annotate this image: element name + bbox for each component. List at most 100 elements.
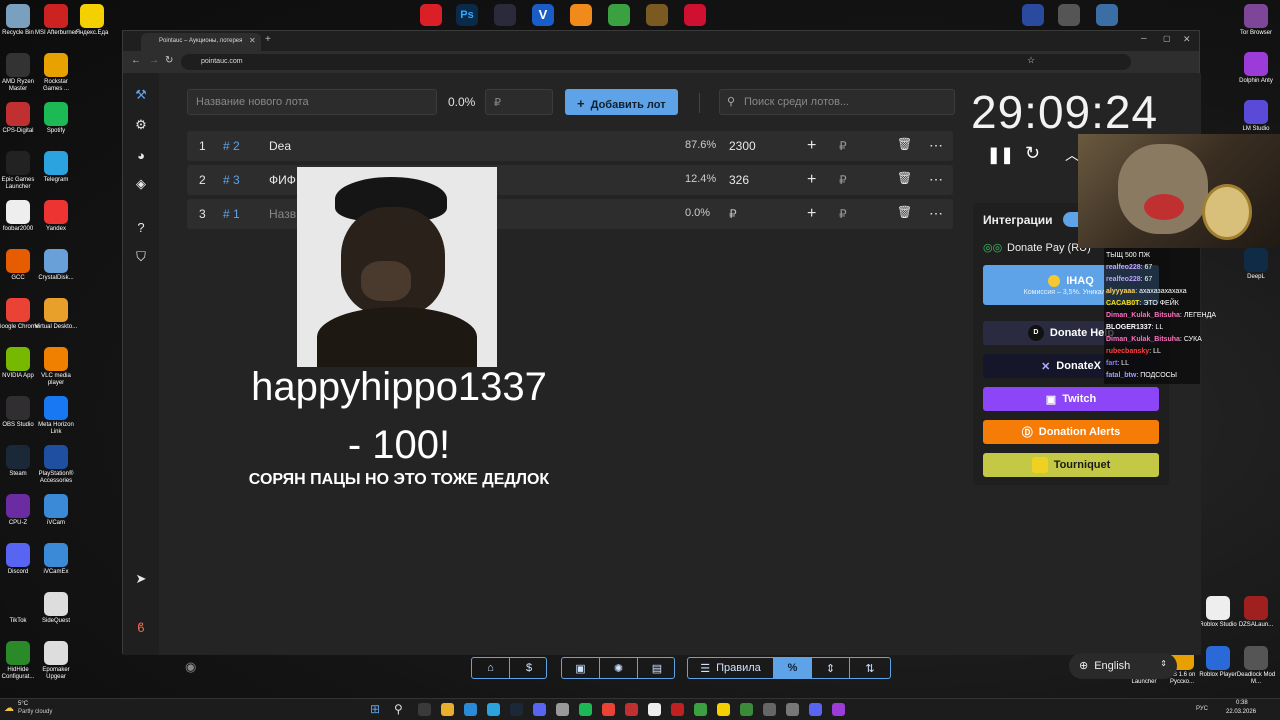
delete-lot-icon[interactable]: 🗑 <box>897 171 912 185</box>
app-icon-8[interactable] <box>684 4 706 26</box>
lot-row[interactable]: 1 # 2 Dea 87.6% 2300 + ₽ 🗑 ⋯ <box>187 131 953 161</box>
browser-tab[interactable]: Pointauc – Аукционы, лотерея <box>141 33 261 51</box>
rules-button[interactable]: ☰ Правила <box>688 658 774 678</box>
desktop-shortcut[interactable]: DZSALaun... <box>1234 596 1278 629</box>
bookmark-star-icon[interactable]: ☆ <box>1027 55 1035 66</box>
taskbar-app-icon[interactable] <box>648 703 661 716</box>
taskbar-app-icon[interactable] <box>464 703 477 716</box>
back-icon[interactable]: ← <box>131 55 141 66</box>
donation-alerts-button[interactable]: Ⓓ Donation Alerts <box>983 420 1159 444</box>
minimize-icon[interactable]: – <box>1141 33 1147 44</box>
reload-icon[interactable]: ↻ <box>165 55 173 66</box>
lot-more-icon[interactable]: ⋯ <box>929 205 943 222</box>
taskbar-app-icon[interactable] <box>579 703 592 716</box>
save-icon[interactable]: ▣ <box>562 658 600 678</box>
taskbar-app-icon[interactable] <box>694 703 707 716</box>
reset-icon[interactable]: ↻ <box>1025 143 1040 164</box>
davinci-icon[interactable] <box>494 4 516 26</box>
taskbar-app-icon[interactable] <box>533 703 546 716</box>
auction-hammer-icon[interactable]: ⚒ <box>133 87 149 103</box>
taskbar-app-icon[interactable] <box>717 703 730 716</box>
desktop-shortcut[interactable]: Meta Horizon Link <box>34 396 78 436</box>
add-amount-icon[interactable]: + <box>807 171 816 189</box>
telegram-link-icon[interactable]: ➤ <box>133 571 149 587</box>
add-amount-icon[interactable]: + <box>807 137 816 155</box>
desktop-shortcut[interactable]: Rockstar Games ... <box>34 53 78 93</box>
delete-lot-icon[interactable]: 🗑 <box>897 137 912 151</box>
shield-icon[interactable]: ⛉ <box>133 249 149 265</box>
pause-icon[interactable]: ❚❚ <box>987 145 1014 165</box>
photoshop-icon[interactable]: Ps <box>456 4 478 26</box>
desktop-shortcut[interactable]: iVCamEx <box>34 543 78 576</box>
lot-search-input[interactable]: ⚲ Поиск среди лотов... <box>719 89 955 115</box>
maximize-icon[interactable]: ▢ <box>1163 34 1171 43</box>
app-icon-7[interactable] <box>646 4 668 26</box>
new-tab-icon[interactable]: + <box>265 34 271 45</box>
desktop-shortcut[interactable]: DeepL <box>1234 248 1278 281</box>
add-lot-button[interactable]: + Добавить лот <box>565 89 678 115</box>
delete-lot-icon[interactable]: 🗑 <box>897 205 912 219</box>
taskbar-app-icon[interactable] <box>786 703 799 716</box>
taskbar-app-icon[interactable] <box>487 703 500 716</box>
python-icon[interactable] <box>1096 4 1118 26</box>
input-language[interactable]: РУС <box>1196 706 1208 712</box>
desktop-shortcut[interactable]: CrystalDisk... <box>34 249 78 282</box>
percent-toggle-icon[interactable]: % <box>774 658 812 678</box>
taskbar-app-icon[interactable] <box>671 703 684 716</box>
creative-cloud-icon[interactable] <box>420 4 442 26</box>
fl-studio-icon[interactable] <box>570 4 592 26</box>
taskbar-app-icon[interactable] <box>625 703 638 716</box>
wheel-icon[interactable]: ◕ <box>133 147 149 163</box>
twitch-button[interactable]: ▣ Twitch <box>983 387 1159 411</box>
compress-icon[interactable]: ⇕ <box>812 658 850 678</box>
desktop-shortcut[interactable]: Яндекс.Еда <box>70 4 114 37</box>
desktop-shortcut[interactable]: Virtual Deskto... <box>34 298 78 331</box>
start-icon[interactable]: ⊞ <box>370 702 380 716</box>
app-icon-6[interactable] <box>608 4 630 26</box>
desktop-shortcut[interactable]: Yandex <box>34 200 78 233</box>
desktop-shortcut[interactable]: LM Studio <box>1234 100 1278 133</box>
lot-more-icon[interactable]: ⋯ <box>929 137 943 154</box>
new-lot-amount-input[interactable]: ₽ <box>485 89 553 115</box>
clock-date[interactable]: 22.03.2026 <box>1226 709 1256 715</box>
desktop-shortcut[interactable]: Telegram <box>34 151 78 184</box>
desktop-shortcut[interactable]: iVCam <box>34 494 78 527</box>
taskbar-app-icon[interactable] <box>510 703 523 716</box>
tourniquet-button[interactable]: Tourniquet <box>983 453 1159 477</box>
github-icon[interactable]: ⌂ <box>472 658 510 678</box>
taskbar-app-icon[interactable] <box>809 703 822 716</box>
taskbar-app-icon[interactable] <box>602 703 615 716</box>
close-window-icon[interactable]: ✕ <box>1183 34 1191 45</box>
desktop-shortcut[interactable]: PlayStation® Accessories <box>34 445 78 485</box>
desktop-shortcut[interactable]: Spotify <box>34 102 78 135</box>
clock-time[interactable]: 0:38 <box>1236 700 1248 706</box>
forward-icon[interactable]: → <box>149 55 159 66</box>
tab-close-icon[interactable]: ✕ <box>249 36 256 45</box>
taskbar-app-icon[interactable] <box>763 703 776 716</box>
taskbar-search-icon[interactable]: ⚲ <box>394 702 403 716</box>
taskbar-app-icon[interactable] <box>441 703 454 716</box>
visibility-eye-icon[interactable]: ◉ <box>185 659 196 675</box>
language-select[interactable]: ⊕ English ⇕ <box>1069 653 1177 679</box>
app-icon-9[interactable] <box>1022 4 1044 26</box>
chevron-up-icon[interactable]: ︿ <box>1065 145 1079 165</box>
layers-icon[interactable]: ◈ <box>133 176 149 192</box>
add-amount-icon[interactable]: + <box>807 205 816 223</box>
lot-more-icon[interactable]: ⋯ <box>929 171 943 188</box>
boosty-icon[interactable]: ϐ <box>133 619 149 635</box>
desktop-shortcut[interactable]: Epomaker Upgear <box>34 641 78 681</box>
taskbar-app-icon[interactable] <box>556 703 569 716</box>
help-icon[interactable]: ? <box>133 219 149 235</box>
taskbar-app-icon[interactable] <box>740 703 753 716</box>
desktop-shortcut[interactable]: SideQuest <box>34 592 78 625</box>
sort-icon[interactable]: ⇅ <box>850 658 890 678</box>
app-icon-10[interactable] <box>1058 4 1080 26</box>
bug-icon[interactable]: ✺ <box>600 658 638 678</box>
url-field[interactable]: pointauc.com <box>181 54 1131 70</box>
settings-gear-icon[interactable]: ⚙ <box>133 117 149 133</box>
desktop-shortcut[interactable]: Tor Browser <box>1234 4 1278 37</box>
new-lot-name-input[interactable]: Название нового лота <box>187 89 437 115</box>
taskbar-app-icon[interactable] <box>418 703 431 716</box>
clear-list-icon[interactable]: ▤ <box>638 658 676 678</box>
desktop-shortcut[interactable]: VLC media player <box>34 347 78 387</box>
